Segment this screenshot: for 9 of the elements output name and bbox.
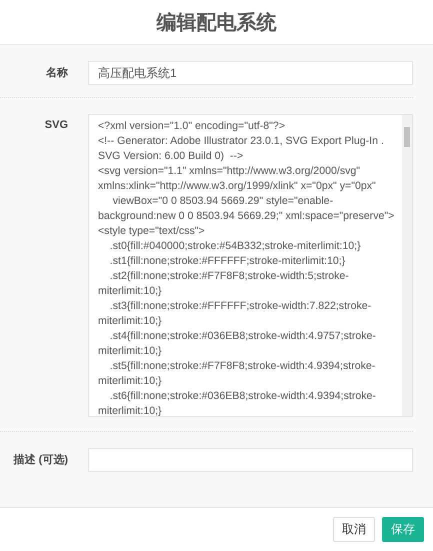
text-input[interactable] bbox=[88, 448, 413, 472]
field-label: SVG bbox=[44, 118, 69, 133]
dialog-title: 编辑配电系统 bbox=[156, 10, 276, 36]
field-label: 名称 bbox=[45, 66, 69, 81]
svg-code-text: <?xml version="1.0" encoding="utf-8"?> <!-- Generator: Adobe Illustrator 23.0.1, SVG Export Plug-In . SVG Version: 6.00 Build 0) --> <svg version="1.1" xmlns="http://www.w3.org/2000/svg" xmlns:xlink="http://www.w3.org/1999/xlink" x="0px" y="0px" viewBox="0 0 8503.94 5669.29" style="enable-background:new 0 0 8503.94 5669.29;" xml:space="preserve"> <style type="text/css"> .st0{fill:#040000;stroke:#54B332;stroke-miterlimit:10;} .st1{fill:none;stroke:#FFFFFF;stroke-miterlimit:10;} .st2{fill:none;stroke:#F7F8F8;stroke-width:5;stroke-miterlimit:10;} .st3{fill:none;stroke:#FFFFFF;stroke-width:7.822;stroke-miterlimit:10;} .st4{fill:none;stroke:#036EB8;stroke-width:4.9757;stroke-miterlimit:10;} .st5{fill:none;stroke:#F7F8F8;stroke-width:4.9394;stroke-miterlimit:10;} .st6{fill:none;stroke:#036EB8;stroke-width:4.9394;stroke-miterlimit:10;} bbox=[97, 119, 396, 416]
scrollbar[interactable] bbox=[402, 115, 412, 416]
text-input[interactable]: 高压配电系统1 bbox=[88, 61, 413, 85]
field-label: 描述 (可选) bbox=[12, 452, 69, 468]
cancel-button[interactable]: 取消 bbox=[333, 517, 375, 542]
